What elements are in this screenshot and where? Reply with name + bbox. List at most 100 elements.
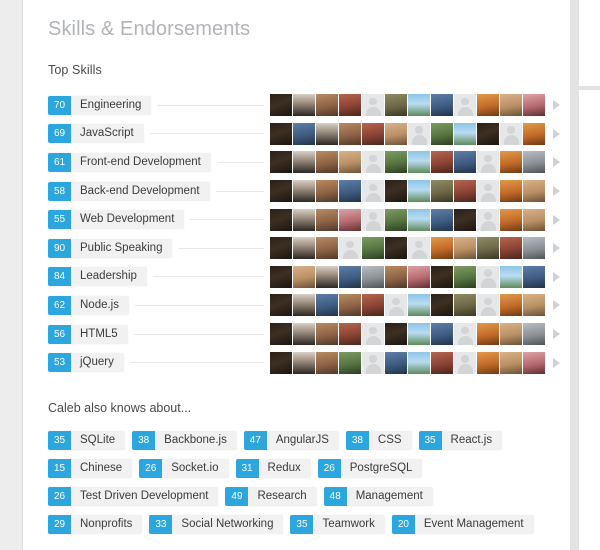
avatar[interactable] (454, 294, 476, 317)
avatar[interactable] (316, 208, 338, 231)
avatar[interactable] (293, 294, 315, 317)
avatar[interactable] (293, 94, 315, 117)
avatar-placeholder[interactable] (477, 151, 499, 174)
avatar-placeholder[interactable] (339, 237, 361, 260)
avatar[interactable] (385, 94, 407, 117)
avatar-placeholder[interactable] (362, 180, 384, 203)
avatar[interactable] (500, 208, 522, 231)
skill-tag-pill[interactable]: 48 Management (323, 486, 433, 506)
avatar[interactable] (523, 208, 545, 231)
avatar[interactable] (316, 122, 338, 145)
avatar[interactable] (316, 94, 338, 117)
avatar-placeholder[interactable] (454, 94, 476, 117)
avatar[interactable] (454, 122, 476, 145)
avatar[interactable] (454, 237, 476, 260)
avatar[interactable] (431, 94, 453, 117)
avatar[interactable] (293, 180, 315, 203)
skill-tag-pill[interactable]: 35 SQLite (48, 430, 126, 450)
avatar[interactable] (454, 151, 476, 174)
avatar[interactable] (431, 265, 453, 288)
avatar[interactable] (339, 208, 361, 231)
avatar-placeholder[interactable] (362, 94, 384, 117)
avatar[interactable] (339, 94, 361, 117)
avatar-placeholder[interactable] (454, 351, 476, 374)
avatar[interactable] (270, 237, 292, 260)
avatar[interactable] (385, 208, 407, 231)
avatar[interactable] (293, 208, 315, 231)
skill-tag-pill[interactable]: 35 Teamwork (290, 514, 385, 534)
avatar[interactable] (270, 294, 292, 317)
avatar-placeholder[interactable] (362, 151, 384, 174)
avatar[interactable] (523, 122, 545, 145)
avatar-placeholder[interactable] (362, 208, 384, 231)
avatar[interactable] (500, 323, 522, 346)
avatar[interactable] (477, 351, 499, 374)
avatar[interactable] (339, 122, 361, 145)
avatar[interactable] (339, 180, 361, 203)
avatar[interactable] (385, 265, 407, 288)
skill-tag-pill[interactable]: 47 AngularJS (243, 430, 339, 450)
avatar[interactable] (385, 237, 407, 260)
avatar[interactable] (316, 351, 338, 374)
avatar-placeholder[interactable] (408, 237, 430, 260)
avatar[interactable] (431, 323, 453, 346)
avatar[interactable] (270, 94, 292, 117)
avatar[interactable] (454, 180, 476, 203)
avatar[interactable] (408, 94, 430, 117)
avatar[interactable] (408, 294, 430, 317)
avatar[interactable] (454, 208, 476, 231)
skill-tag-pill[interactable]: 29 Nonprofits (48, 514, 143, 534)
avatar[interactable] (500, 151, 522, 174)
avatar-placeholder[interactable] (454, 323, 476, 346)
avatar[interactable] (339, 151, 361, 174)
avatar[interactable] (477, 122, 499, 145)
avatar-placeholder[interactable] (385, 294, 407, 317)
avatar-placeholder[interactable] (477, 180, 499, 203)
avatar[interactable] (339, 323, 361, 346)
avatar[interactable] (293, 351, 315, 374)
skill-tag-pill[interactable]: 38 Backbone.js (132, 430, 237, 450)
chevron-right-icon[interactable] (553, 100, 560, 111)
avatar-placeholder[interactable] (500, 122, 522, 145)
skill-pill[interactable]: 69 JavaScript (48, 124, 144, 144)
avatar[interactable] (408, 151, 430, 174)
chevron-right-icon[interactable] (553, 128, 560, 139)
avatar[interactable] (431, 294, 453, 317)
avatar[interactable] (316, 151, 338, 174)
avatar[interactable] (362, 265, 384, 288)
avatar[interactable] (523, 151, 545, 174)
avatar[interactable] (431, 208, 453, 231)
skill-pill[interactable]: 70 Engineering (48, 95, 152, 115)
skill-pill[interactable]: 58 Back-end Development (48, 181, 210, 201)
avatar[interactable] (523, 265, 545, 288)
avatar[interactable] (270, 265, 292, 288)
avatar[interactable] (431, 180, 453, 203)
avatar[interactable] (339, 351, 361, 374)
avatar[interactable] (500, 180, 522, 203)
skill-pill[interactable]: 53 jQuery (48, 353, 124, 373)
avatar[interactable] (316, 237, 338, 260)
avatar[interactable] (293, 237, 315, 260)
chevron-right-icon[interactable] (553, 300, 560, 311)
avatar[interactable] (408, 180, 430, 203)
avatar[interactable] (385, 151, 407, 174)
skill-tag-pill[interactable]: 26 PostgreSQL (317, 458, 423, 478)
avatar[interactable] (339, 294, 361, 317)
skill-pill[interactable]: 61 Front-end Development (48, 152, 211, 172)
avatar[interactable] (408, 265, 430, 288)
chevron-right-icon[interactable] (553, 214, 560, 225)
skill-tag-pill[interactable]: 15 Chinese (48, 458, 133, 478)
avatar[interactable] (523, 237, 545, 260)
skill-tag-pill[interactable]: 26 Socket.io (139, 458, 229, 478)
avatar[interactable] (477, 94, 499, 117)
skill-pill[interactable]: 56 HTML5 (48, 324, 128, 344)
avatar[interactable] (339, 265, 361, 288)
avatar-placeholder[interactable] (477, 294, 499, 317)
avatar[interactable] (500, 237, 522, 260)
avatar[interactable] (270, 351, 292, 374)
avatar[interactable] (385, 180, 407, 203)
avatar[interactable] (523, 94, 545, 117)
chevron-right-icon[interactable] (553, 243, 560, 254)
avatar[interactable] (385, 122, 407, 145)
avatar[interactable] (431, 237, 453, 260)
